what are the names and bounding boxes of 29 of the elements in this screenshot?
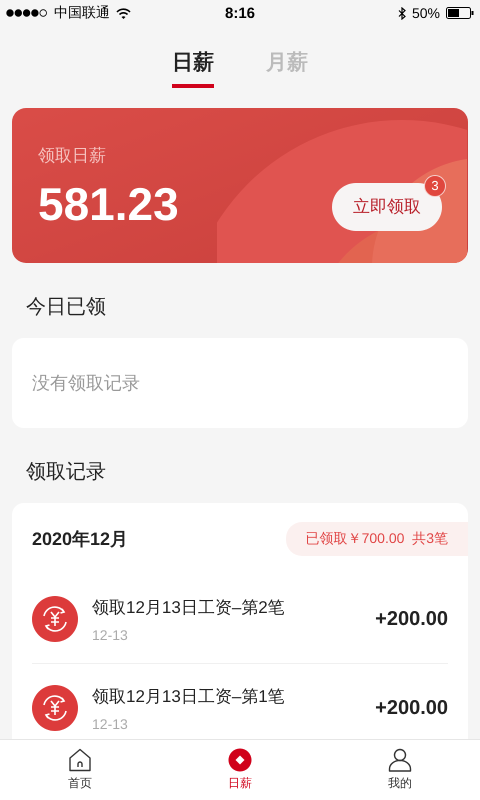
nav-item[interactable]: 首页 [0,740,160,800]
record-amount: +200.00 [375,696,448,720]
record-title: 领取12月13日工资–第2笔 [92,596,286,618]
nav-item[interactable]: 我的 [320,740,480,800]
carrier-name: 中国联通 [54,4,110,22]
person-icon [388,748,412,772]
summary-pill: 已领取￥700.00 共3笔 [286,522,468,556]
coin-icon [228,748,252,772]
tab[interactable]: 日薪 [172,48,214,88]
yen-refresh-icon [32,596,78,642]
record-amount: +200.00 [375,608,448,630]
bluetooth-icon [398,6,406,20]
wifi-icon [116,8,131,18]
record-date: 12-13 [92,626,129,642]
clock-time: 8:16 [224,4,256,22]
record-title: 领取12月13日工资–第1笔 [92,686,286,708]
home-icon [68,748,92,772]
nav-item[interactable]: 日薪 [160,740,320,800]
battery-percent: 50% [412,5,440,21]
battery-icon [446,7,474,19]
card-label: 领取日薪 [38,145,107,167]
section-title: 领取记录 [25,460,107,485]
salary-amount: 581.23 [38,177,179,231]
empty-text: 没有领取记录 [32,372,140,395]
record-date: 12-13 [92,716,129,732]
month-label: 2020年12月 [32,528,128,551]
section-title: 今日已领 [25,295,107,320]
signal-icon [6,9,48,17]
yen-refresh-icon [32,685,78,731]
